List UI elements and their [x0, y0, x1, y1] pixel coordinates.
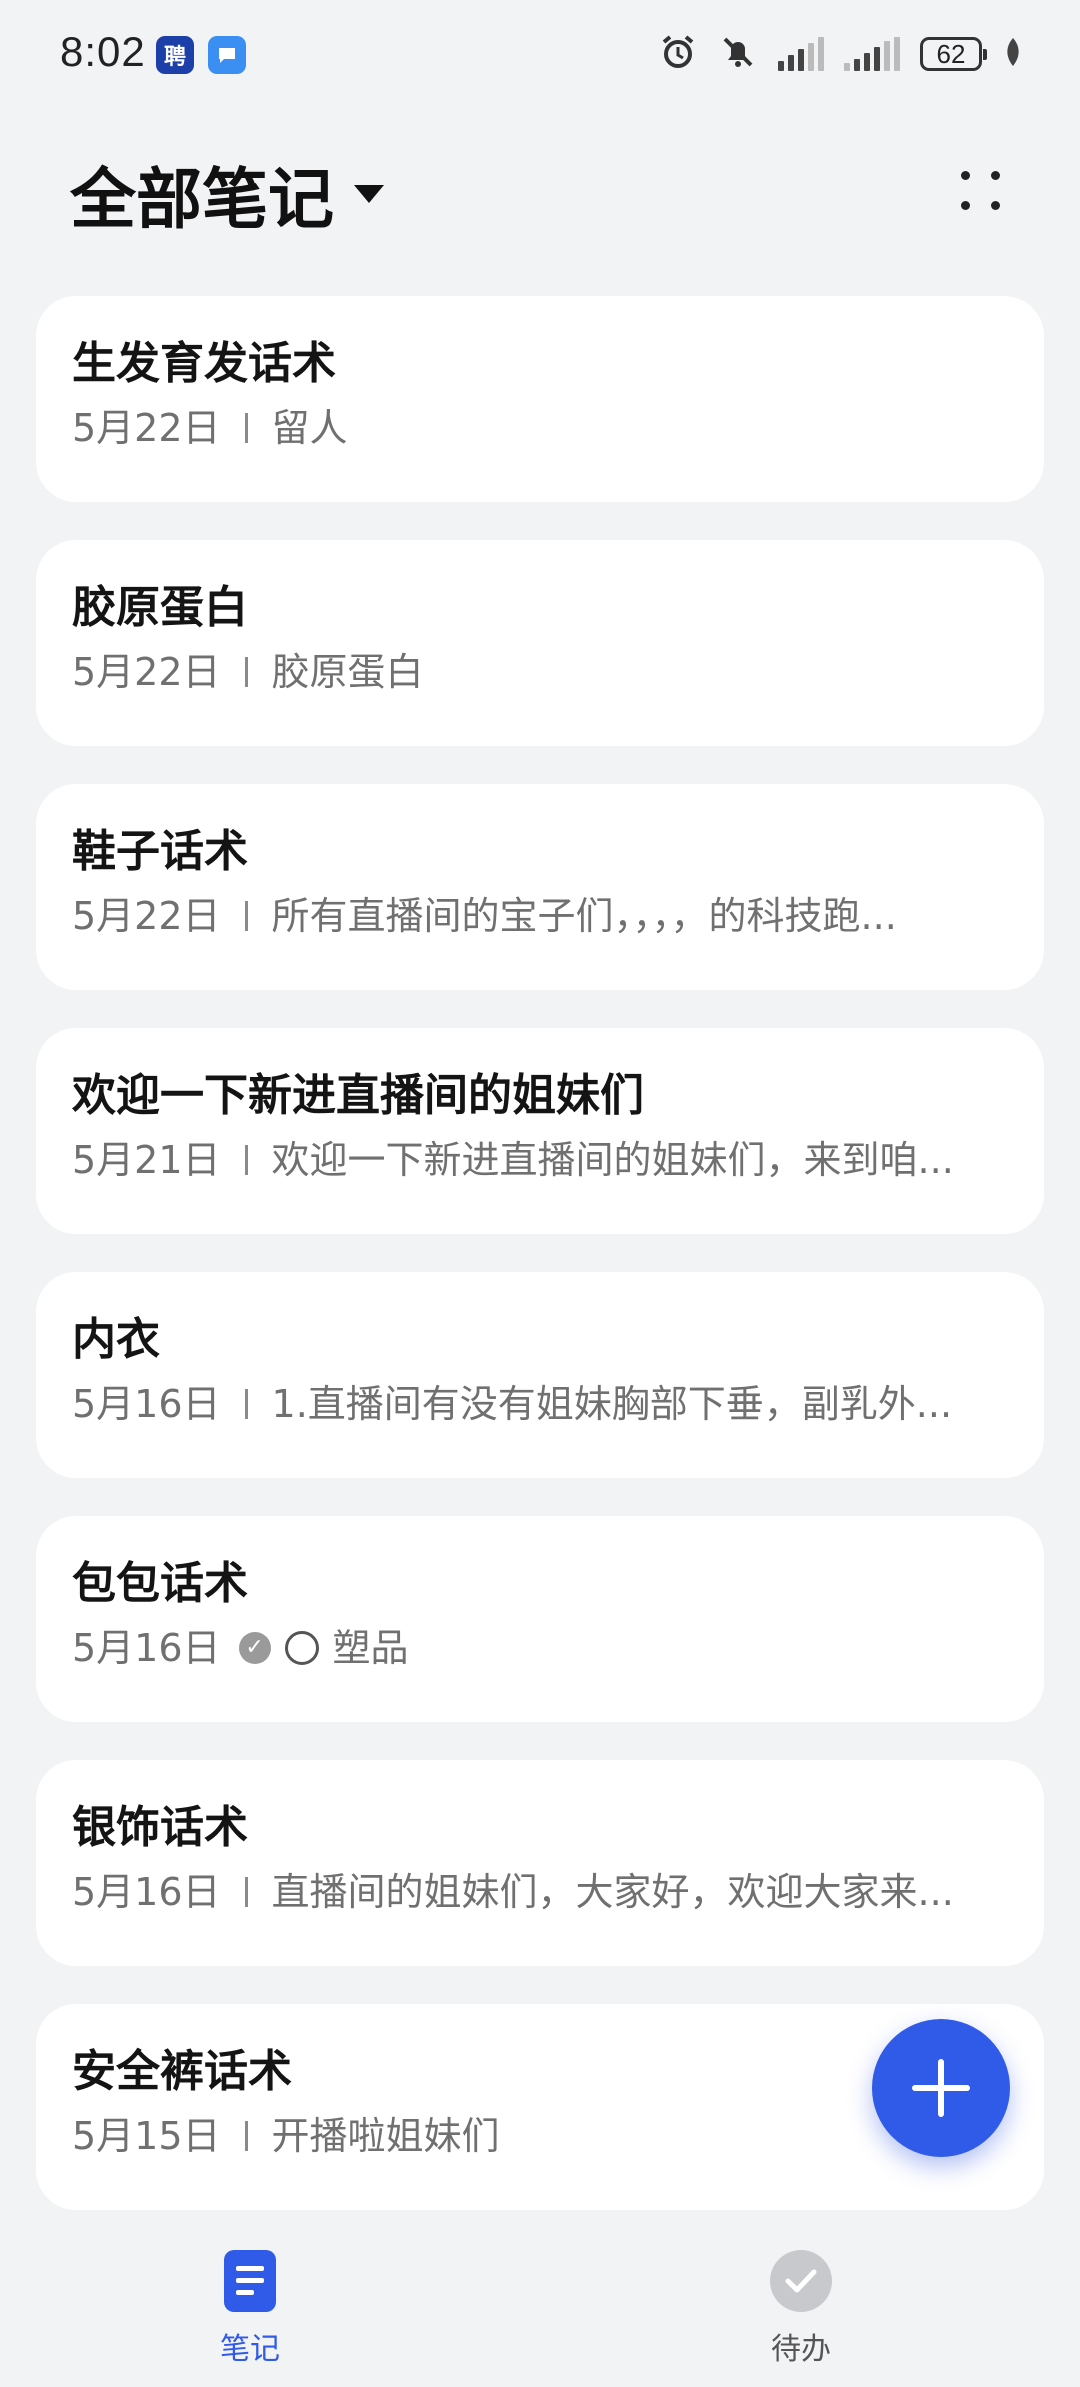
checked-circle-icon: ✓ — [238, 1632, 271, 1664]
add-note-button[interactable] — [872, 2019, 1010, 2157]
note-snippet: 留人 — [271, 406, 348, 450]
note-meta: 5月21日 欢迎一下新进直播间的姐妹们，来到咱... — [72, 1134, 1008, 1186]
note-snippet: 开播啦姐妹们 — [271, 2114, 500, 2158]
note-snippet: 欢迎一下新进直播间的姐妹们，来到咱... — [271, 1138, 954, 1182]
note-date: 5月16日 — [72, 1870, 221, 1914]
separator — [244, 1145, 248, 1175]
unchecked-circle-icon — [284, 1631, 319, 1665]
separator — [244, 901, 248, 931]
mute-bell-icon — [718, 32, 758, 76]
note-date: 5月16日 — [72, 1382, 221, 1426]
leaf-icon — [1002, 36, 1024, 72]
tab-notes-label: 笔记 — [220, 2332, 280, 2367]
more-options-icon[interactable] — [950, 160, 1010, 220]
plus-icon — [912, 2059, 970, 2117]
alarm-icon — [658, 32, 698, 76]
note-title: 内衣 — [72, 1314, 160, 1365]
note-date: 5月22日 — [72, 406, 221, 450]
note-meta: 5月15日 开播啦姐妹们 — [72, 2110, 1008, 2162]
note-title: 包包话术 — [72, 1558, 248, 1609]
tab-todo[interactable]: 待办 — [770, 2250, 832, 2368]
bottom-nav: 笔记 待办 — [0, 2220, 1080, 2387]
note-list: 生发育发话术 5月22日 留人 胶原蛋白 5月22日 胶原蛋白 鞋子话术 5月2… — [36, 296, 1044, 2248]
note-date: 5月22日 — [72, 650, 221, 694]
note-date: 5月22日 — [72, 894, 221, 938]
page-title: 全部笔记 — [70, 161, 334, 238]
message-app-icon — [208, 36, 246, 74]
status-time: 8:02 — [60, 28, 146, 75]
note-title: 安全裤话术 — [72, 2046, 292, 2097]
note-title: 生发育发话术 — [72, 338, 336, 389]
note-card[interactable]: 包包话术 5月16日 ✓ 塑品 — [36, 1516, 1044, 1722]
signal-strength-2-icon — [844, 37, 900, 71]
notes-icon — [224, 2250, 276, 2312]
note-card[interactable]: 生发育发话术 5月22日 留人 — [36, 296, 1044, 502]
separator — [244, 1389, 248, 1419]
note-meta: 5月16日 直播间的姐妹们，大家好，欢迎大家来... — [72, 1866, 1008, 1918]
note-card[interactable]: 胶原蛋白 5月22日 胶原蛋白 — [36, 540, 1044, 746]
note-snippet: 胶原蛋白 — [271, 650, 424, 694]
note-title: 欢迎一下新进直播间的姐妹们 — [72, 1070, 644, 1121]
note-snippet: 所有直播间的宝子们，，，，的科技跑... — [271, 894, 897, 938]
check-icon — [770, 2250, 832, 2312]
note-date: 5月21日 — [72, 1138, 221, 1182]
status-icons: 62 — [658, 32, 1024, 76]
note-snippet: 直播间的姐妹们，大家好，欢迎大家来... — [271, 1870, 954, 1914]
tab-notes[interactable]: 笔记 — [220, 2250, 280, 2368]
note-card[interactable]: 欢迎一下新进直播间的姐妹们 5月21日 欢迎一下新进直播间的姐妹们，来到咱... — [36, 1028, 1044, 1234]
note-meta: 5月16日 1.直播间有没有姐妹胸部下垂，副乳外... — [72, 1378, 1008, 1430]
battery-indicator: 62 — [920, 37, 987, 71]
signal-strength-icon — [778, 37, 824, 71]
note-date: 5月15日 — [72, 2114, 221, 2158]
note-title: 鞋子话术 — [72, 826, 248, 877]
note-card[interactable]: 鞋子话术 5月22日 所有直播间的宝子们，，，，的科技跑... — [36, 784, 1044, 990]
note-title: 银饰话术 — [72, 1802, 248, 1853]
separator — [244, 657, 248, 687]
note-card[interactable]: 内衣 5月16日 1.直播间有没有姐妹胸部下垂，副乳外... — [36, 1272, 1044, 1478]
status-bar: 8:02 聘 62 — [0, 0, 1080, 110]
separator — [244, 1877, 248, 1907]
note-meta: 5月22日 所有直播间的宝子们，，，，的科技跑... — [72, 890, 1008, 942]
note-date: 5月16日 — [72, 1626, 221, 1670]
separator — [244, 2121, 248, 2151]
tab-todo-label: 待办 — [771, 2332, 831, 2367]
recruit-app-icon: 聘 — [156, 36, 194, 74]
note-snippet: 塑品 — [332, 1626, 409, 1670]
note-snippet: 1.直播间有没有姐妹胸部下垂，副乳外... — [271, 1382, 953, 1426]
note-title: 胶原蛋白 — [72, 582, 248, 633]
caret-down-icon — [354, 185, 384, 203]
separator — [244, 413, 248, 443]
note-meta: 5月22日 胶原蛋白 — [72, 646, 1008, 698]
note-card[interactable]: 银饰话术 5月16日 直播间的姐妹们，大家好，欢迎大家来... — [36, 1760, 1044, 1966]
folder-selector[interactable]: 全部笔记 — [70, 146, 384, 242]
header: 全部笔记 — [0, 140, 1080, 240]
note-meta: 5月16日 ✓ 塑品 — [72, 1622, 1008, 1674]
note-meta: 5月22日 留人 — [72, 402, 1008, 454]
